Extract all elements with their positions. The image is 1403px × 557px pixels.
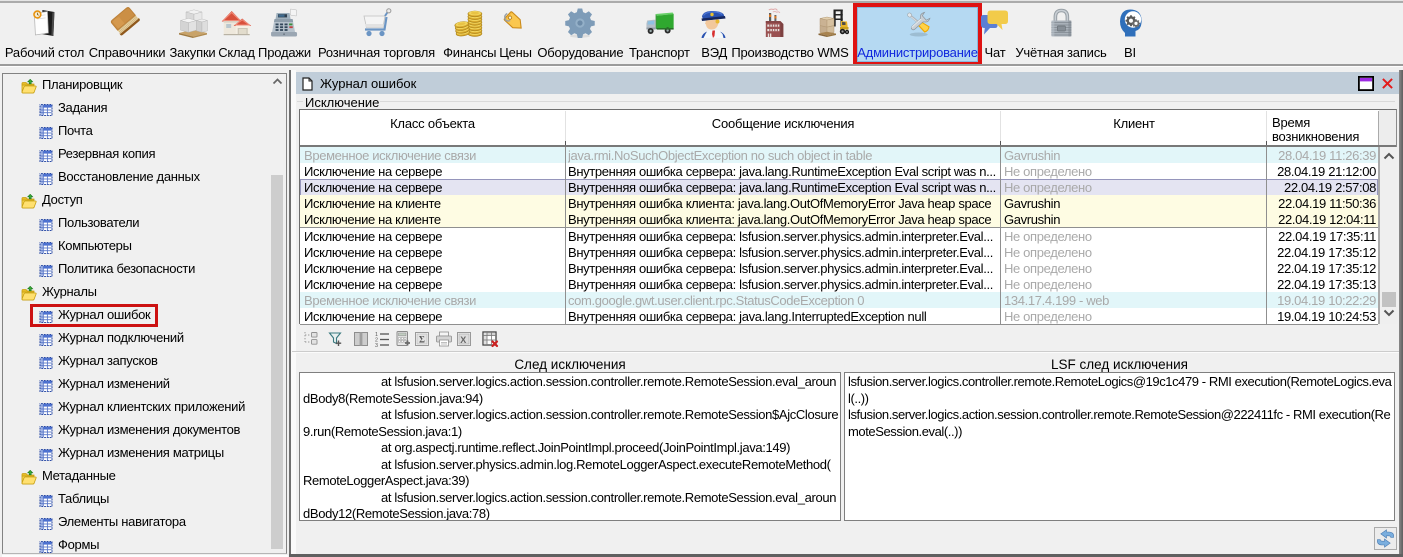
svg-text:Σ: Σ — [419, 335, 425, 345]
svg-text:X: X — [460, 335, 466, 345]
svg-text:3: 3 — [375, 343, 378, 348]
